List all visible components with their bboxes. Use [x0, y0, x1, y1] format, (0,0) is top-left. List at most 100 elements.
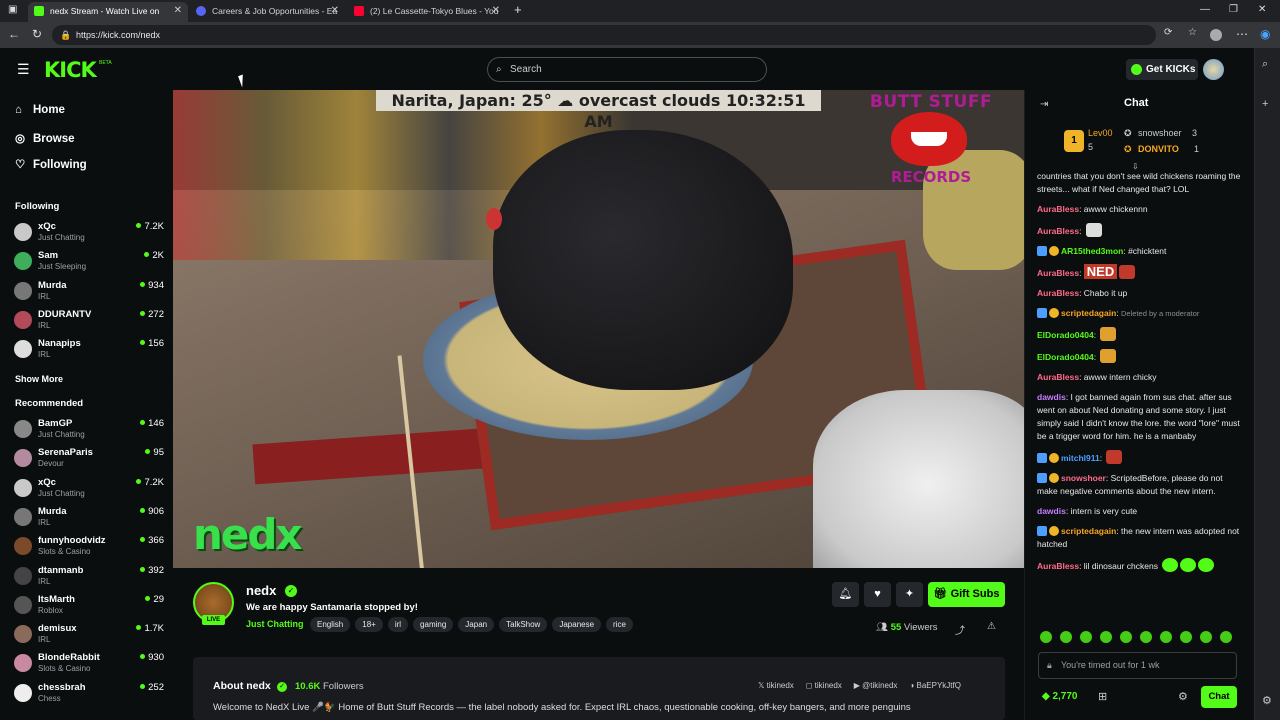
nav-browse[interactable]: ◎ Browse — [15, 131, 75, 145]
emote-icon[interactable] — [1200, 631, 1212, 643]
emote-icon[interactable] — [1060, 631, 1072, 643]
tag[interactable]: Japan — [458, 617, 495, 632]
gift-subs-button[interactable]: 🎁︎ Gift Subs — [928, 582, 1005, 607]
social-discord[interactable]: ◑ BaEPYkJtfQ — [909, 681, 961, 690]
maximize-icon[interactable]: ❐ — [1229, 4, 1238, 15]
search-icon[interactable]: ⌕ — [1262, 58, 1268, 71]
sidebar-channel-item[interactable]: chessbrah Chess 252 — [14, 681, 164, 709]
gear-icon[interactable]: ⚙ — [1262, 694, 1272, 707]
follow-button[interactable]: ♥ — [864, 582, 891, 607]
stream-category-link[interactable]: Just Chatting — [246, 619, 304, 629]
search-input[interactable]: ⌕ Search — [487, 57, 767, 82]
back-icon[interactable]: ← — [8, 27, 20, 41]
extensions-icon[interactable]: ⟳ — [1164, 27, 1172, 38]
user-avatar[interactable] — [1203, 59, 1224, 80]
send-chat-button[interactable]: Chat — [1201, 686, 1237, 708]
close-tab-icon[interactable]: ✕ — [331, 2, 339, 20]
sidebar-channel-item[interactable]: demisux IRL 1.7K — [14, 622, 164, 650]
profile-icon[interactable] — [1210, 29, 1222, 41]
hamburger-menu-icon[interactable]: ☰ — [17, 61, 30, 78]
sidebar-channel-item[interactable]: dtanmanb IRL 392 — [14, 564, 164, 592]
nav-following[interactable]: ♡ Following — [15, 157, 87, 171]
sidebar-channel-item[interactable]: Murda IRL 934 — [14, 279, 164, 307]
add-icon[interactable]: + — [1262, 98, 1268, 110]
chat-username[interactable]: dawdis — [1037, 392, 1066, 402]
social-x[interactable]: 𝕏 tikinedx — [758, 681, 794, 690]
chat-username[interactable]: AuraBless — [1037, 288, 1079, 298]
new-tab-icon[interactable]: + — [514, 2, 522, 17]
emote-icon[interactable] — [1220, 631, 1232, 643]
sidebar-channel-item[interactable]: Nanapips IRL 156 — [14, 337, 164, 365]
kicks-action-button[interactable]: ✦ — [896, 582, 923, 607]
chat-input[interactable]: 🔒︎ You're timed out for 1 wk — [1038, 652, 1237, 679]
tag[interactable]: Japanese — [552, 617, 602, 632]
tag[interactable]: rice — [606, 617, 633, 632]
chat-username[interactable]: ElDorado0404 — [1037, 352, 1094, 362]
favorites-icon[interactable]: ☆ — [1188, 27, 1197, 38]
reload-icon[interactable]: ↻ — [32, 27, 42, 41]
sidebar-channel-item[interactable]: xQc Just Chatting 7.2K — [14, 476, 164, 504]
chat-username[interactable]: dawdis — [1037, 506, 1066, 516]
sidebar-channel-item[interactable]: funnyhoodvidz Slots & Casino 366 — [14, 534, 164, 562]
gift-icon[interactable]: ⊞ — [1098, 690, 1107, 703]
tag[interactable]: gaming — [413, 617, 454, 632]
window-menu-icon[interactable]: ▣ — [8, 4, 17, 15]
gifter-name[interactable]: snowshoer — [1138, 128, 1182, 138]
copilot-icon[interactable]: ◉ — [1260, 27, 1270, 41]
social-instagram[interactable]: ◻ tikinedx — [806, 681, 842, 690]
channel-name[interactable]: nedx — [246, 583, 276, 598]
get-kicks-button[interactable]: Get KICKs — [1126, 59, 1198, 80]
chat-username[interactable]: AR15thed3mon — [1061, 246, 1123, 256]
tab-careers[interactable]: Careers & Job Opportunities - Ea ✕ — [190, 2, 345, 22]
sidebar-channel-item[interactable]: Sam Just Sleeping 2K — [14, 249, 164, 277]
sidebar-channel-item[interactable]: BlondeRabbit Slots & Casino 930 — [14, 651, 164, 679]
close-tab-icon[interactable]: ✕ — [492, 2, 500, 20]
sidebar-channel-item[interactable]: Murda IRL 906 — [14, 505, 164, 533]
more-icon[interactable]: ⋯ — [1236, 27, 1248, 41]
sidebar-channel-item[interactable]: xQc Just Chatting 7.2K — [14, 220, 164, 248]
chat-username[interactable]: AuraBless — [1037, 268, 1079, 278]
gifter-name[interactable]: DONVITO — [1138, 144, 1179, 154]
gifter-name[interactable]: Lev00 — [1088, 128, 1113, 138]
chat-username[interactable]: AuraBless — [1037, 204, 1079, 214]
tab-youtube[interactable]: (2) Le Cassette-Tokyo Blues - You ✕ — [348, 2, 506, 22]
close-window-icon[interactable]: ✕ — [1258, 4, 1266, 15]
tab-nedx[interactable]: nedx Stream - Watch Live on ✕ — [28, 2, 188, 22]
nav-home[interactable]: ⌂ Home — [15, 104, 65, 116]
sidebar-channel-item[interactable]: ItsMarth Roblox 29 — [14, 593, 164, 621]
chat-username[interactable]: AuraBless — [1037, 372, 1079, 382]
emote-icon[interactable] — [1080, 631, 1092, 643]
chat-username[interactable]: AuraBless — [1037, 226, 1079, 236]
chat-username[interactable]: scriptedagain — [1061, 526, 1116, 536]
gear-icon[interactable]: ⚙ — [1178, 690, 1188, 703]
emote-icon[interactable] — [1140, 631, 1152, 643]
sidebar-channel-item[interactable]: BamGP Just Chatting 146 — [14, 417, 164, 445]
notification-bell-button[interactable]: 🔔︎ — [832, 582, 859, 607]
emote-icon[interactable] — [1160, 631, 1172, 643]
chat-username[interactable]: mitchl911 — [1061, 453, 1100, 463]
share-icon[interactable]: ⤴ — [955, 622, 965, 637]
url-input[interactable]: 🔒 https://kick.com/nedx — [52, 25, 1156, 45]
emote-icon[interactable] — [1180, 631, 1192, 643]
tag[interactable]: English — [310, 617, 351, 632]
kicks-balance[interactable]: ◆ 2,770 — [1042, 691, 1078, 702]
sidebar-channel-item[interactable]: DDURANTV IRL 272 — [14, 308, 164, 336]
tag[interactable]: irl — [387, 617, 409, 632]
close-tab-icon[interactable]: ✕ — [174, 2, 182, 20]
minimize-icon[interactable]: — — [1200, 4, 1210, 15]
chat-username[interactable]: AuraBless — [1037, 561, 1079, 571]
social-youtube[interactable]: ▶ @tikinedx — [854, 681, 898, 690]
tag[interactable]: 18+ — [355, 617, 383, 632]
kick-logo[interactable]: KICK — [44, 58, 97, 82]
emote-icon[interactable] — [1120, 631, 1132, 643]
video-player[interactable]: Narita, Japan: 25° ☁ overcast clouds 10:… — [173, 90, 1024, 568]
collapse-chat-icon[interactable]: ⇥ — [1040, 99, 1048, 110]
chat-username[interactable]: snowshoer — [1061, 473, 1106, 483]
report-icon[interactable]: ⚠ — [987, 621, 996, 632]
sidebar-channel-item[interactable]: SerenaParis Devour 95 — [14, 446, 164, 474]
tag[interactable]: TalkShow — [499, 617, 548, 632]
chat-username[interactable]: ElDorado0404 — [1037, 330, 1094, 340]
chat-username[interactable]: scriptedagain — [1061, 308, 1116, 318]
emote-icon[interactable] — [1100, 631, 1112, 643]
show-more-link[interactable]: Show More — [15, 374, 63, 384]
